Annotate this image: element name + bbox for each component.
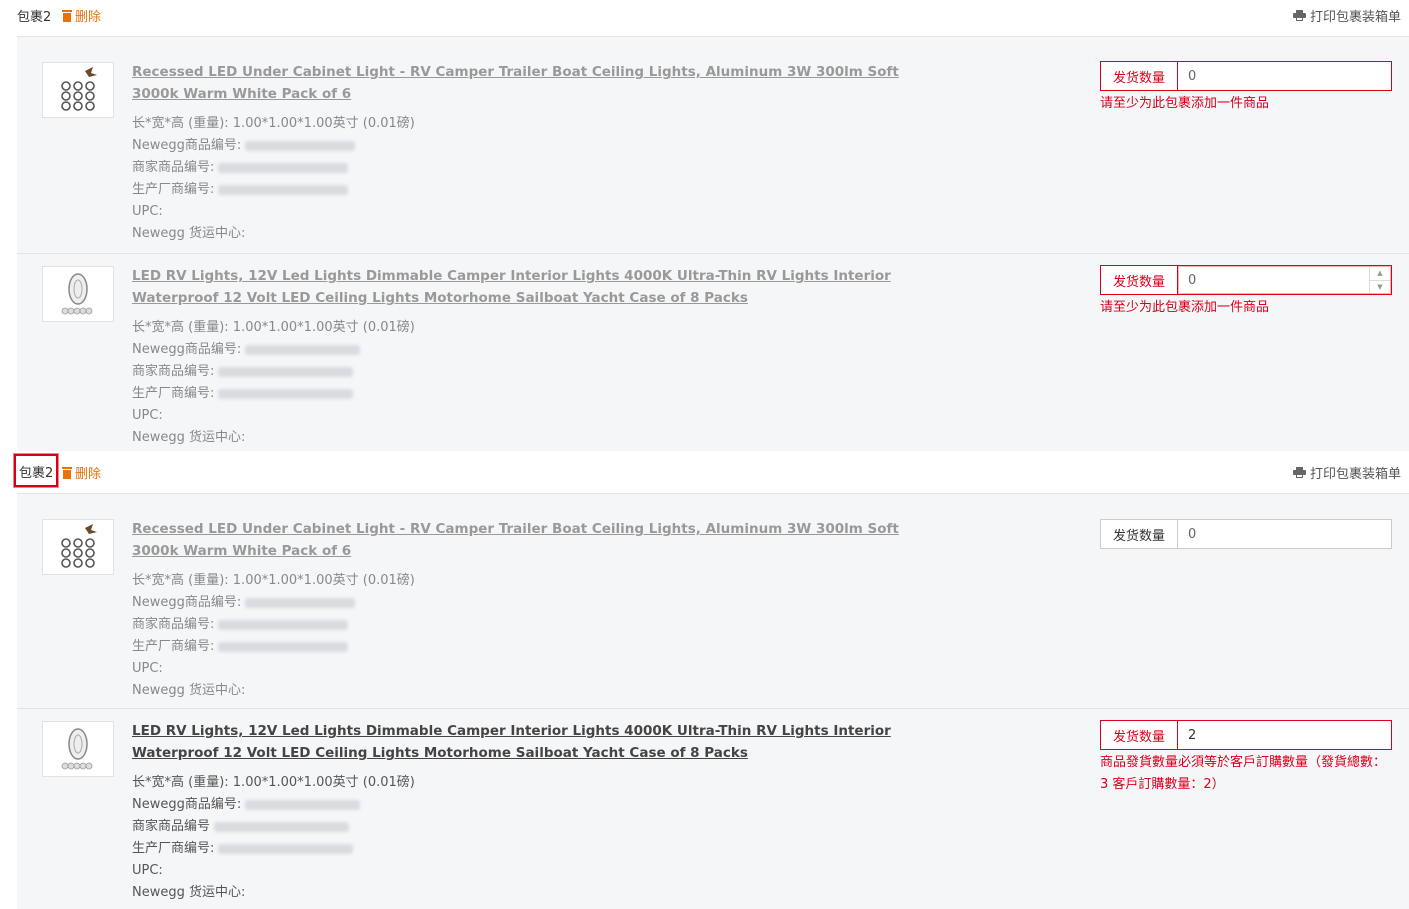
newegg-item-number: Newegg商品编号:	[132, 135, 356, 157]
product-title-link[interactable]: LED RV Lights, 12V Led Lights Dimmable C…	[132, 720, 912, 764]
upc-text: UPC:	[132, 204, 163, 219]
ship-quantity-label: 发货数量	[1100, 720, 1178, 750]
dimensions-text: 长*宽*高 (重量): 1.00*1.00*1.00英寸 (0.01磅)	[132, 775, 415, 790]
ship-quantity-field: 发货数量 ▲ ▼	[1100, 265, 1392, 295]
list-item: LED RV Lights, 12V Led Lights Dimmable C…	[17, 254, 1409, 451]
product-thumbnail	[42, 519, 114, 575]
ship-quantity-label: 发货数量	[1100, 265, 1178, 295]
ship-quantity-field: 发货数量	[1100, 720, 1392, 750]
seller-item-number: 商家商品编号:	[132, 361, 354, 383]
ship-quantity-field: 发货数量	[1100, 519, 1392, 549]
fulfillment-center-text: Newegg 货运中心:	[132, 683, 246, 698]
print-packing-slip-button[interactable]: 打印包裹装箱单	[1292, 6, 1401, 25]
rv-light-image	[61, 273, 93, 315]
package-header: 包裹2 删除 打印包裹装箱单	[0, 0, 1409, 36]
newegg-item-number: Newegg商品编号:	[132, 592, 356, 614]
seller-item-number: 商家商品编号	[132, 816, 350, 838]
product-title-link[interactable]: Recessed LED Under Cabinet Light - RV Ca…	[132, 61, 912, 105]
product-title-link[interactable]: Recessed LED Under Cabinet Light - RV Ca…	[132, 518, 912, 562]
seller-item-number: 商家商品编号:	[132, 614, 349, 636]
product-thumbnail	[42, 62, 114, 118]
newegg-item-number: Newegg商品编号:	[132, 339, 361, 361]
upc-text: UPC:	[132, 863, 163, 878]
package-title: 包裹2	[14, 454, 59, 487]
list-item: Recessed LED Under Cabinet Light - RV Ca…	[17, 37, 1409, 253]
fulfillment-center-text: Newegg 货运中心:	[132, 430, 246, 445]
manufacturer-item-number: 生产厂商编号:	[132, 179, 349, 201]
package-panel: Recessed LED Under Cabinet Light - RV Ca…	[17, 493, 1409, 909]
print-label: 打印包裹装箱单	[1309, 467, 1401, 482]
error-message: 请至少为此包裹添加一件商品	[1100, 96, 1270, 111]
print-packing-slip-button[interactable]: 打印包裹装箱单	[1292, 463, 1401, 482]
dimensions-text: 长*宽*高 (重量): 1.00*1.00*1.00英寸 (0.01磅)	[132, 116, 415, 131]
dimensions-text: 长*宽*高 (重量): 1.00*1.00*1.00英寸 (0.01磅)	[132, 573, 415, 588]
error-message: 商品發貨數量必須等於客戶訂購數量（發貨總數：3 客戶訂購數量：2）	[1100, 755, 1387, 792]
ship-quantity-input[interactable]	[1178, 519, 1392, 549]
dimensions-text: 长*宽*高 (重量): 1.00*1.00*1.00英寸 (0.01磅)	[132, 320, 415, 335]
chevron-down-icon[interactable]: ▼	[1370, 279, 1390, 294]
newegg-item-number: Newegg商品编号:	[132, 794, 361, 816]
fulfillment-center-text: Newegg 货运中心:	[132, 885, 246, 900]
ship-quantity-label: 发货数量	[1100, 519, 1178, 549]
list-item: Recessed LED Under Cabinet Light - RV Ca…	[17, 494, 1409, 708]
product-thumbnail	[42, 266, 114, 322]
list-item: LED RV Lights, 12V Led Lights Dimmable C…	[17, 709, 1409, 909]
upc-text: UPC:	[132, 408, 163, 423]
delete-label: 删除	[75, 467, 102, 482]
fulfillment-center-text: Newegg 货运中心:	[132, 226, 246, 241]
ship-quantity-input[interactable]	[1178, 720, 1392, 750]
puck-lights-image	[61, 524, 97, 568]
error-message: 请至少为此包裹添加一件商品	[1100, 300, 1270, 315]
ship-quantity-label: 发货数量	[1100, 61, 1178, 91]
package-header: 包裹2 删除 打印包裹装箱单	[0, 454, 1409, 493]
puck-lights-image	[61, 67, 97, 111]
manufacturer-item-number: 生产厂商编号:	[132, 636, 349, 658]
printer-icon	[1292, 10, 1306, 21]
rv-light-image	[61, 728, 93, 770]
package-panel: Recessed LED Under Cabinet Light - RV Ca…	[17, 36, 1409, 451]
print-label: 打印包裹装箱单	[1309, 10, 1401, 25]
upc-text: UPC:	[132, 661, 163, 676]
printer-icon	[1292, 467, 1306, 478]
product-thumbnail	[42, 721, 114, 777]
ship-quantity-input[interactable]	[1178, 265, 1392, 295]
manufacturer-item-number: 生产厂商编号:	[132, 383, 354, 405]
quantity-stepper[interactable]: ▲ ▼	[1369, 267, 1390, 293]
delete-label: 删除	[75, 10, 102, 25]
product-title-link[interactable]: LED RV Lights, 12V Led Lights Dimmable C…	[132, 265, 912, 309]
seller-item-number: 商家商品编号:	[132, 157, 349, 179]
ship-quantity-input[interactable]	[1178, 61, 1392, 91]
manufacturer-item-number: 生产厂商编号:	[132, 838, 354, 860]
package-title: 包裹2	[17, 10, 52, 25]
delete-package-button[interactable]: 删除	[62, 6, 101, 25]
trash-icon	[62, 466, 72, 479]
chevron-up-icon[interactable]: ▲	[1370, 267, 1390, 280]
delete-package-button[interactable]: 删除	[62, 463, 101, 482]
ship-quantity-field: 发货数量	[1100, 61, 1392, 91]
trash-icon	[62, 9, 72, 22]
